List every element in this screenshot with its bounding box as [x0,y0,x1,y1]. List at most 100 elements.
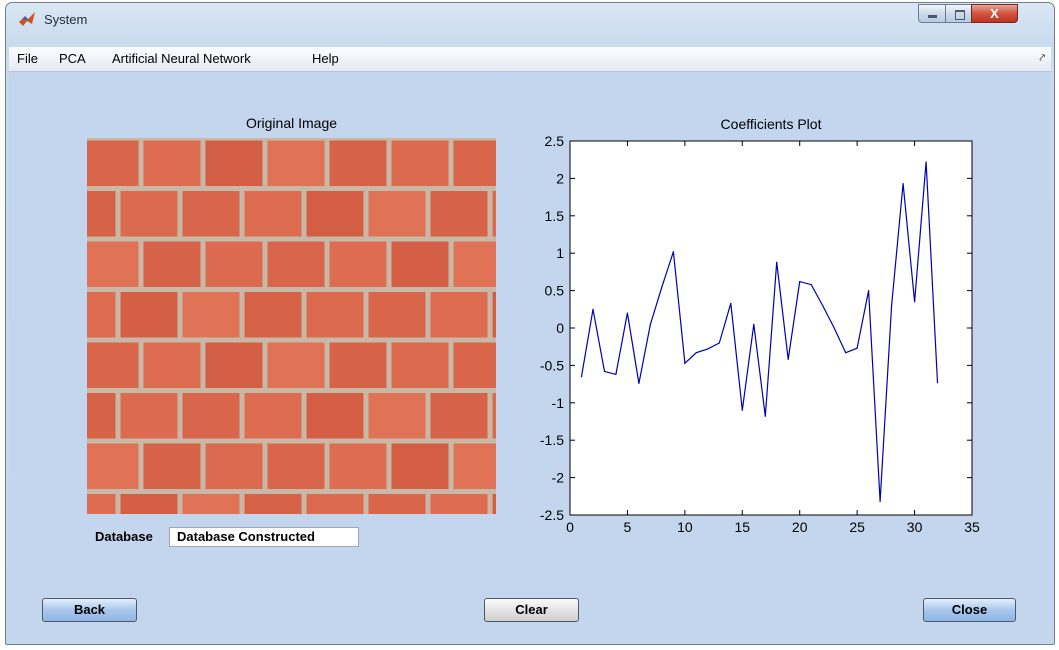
coefficient-point [913,301,916,303]
brick [120,292,178,338]
brick [87,292,116,338]
x-tick-label: 20 [792,519,808,535]
brick [120,494,178,514]
brick [391,140,449,186]
menu-file[interactable]: File [17,51,38,66]
brick [453,342,496,388]
coefficient-point [787,358,789,361]
brick [453,443,496,489]
toolbar-toggle-icon[interactable]: ⤤ [1039,53,1045,64]
title-bar[interactable]: System X [6,3,1054,37]
x-tick-label: 10 [677,519,693,535]
brick [182,191,240,237]
coefficient-point [868,290,870,292]
coefficient-point [845,352,847,354]
x-tick-label: 0 [566,519,574,535]
menu-artificial-neural-network[interactable]: Artificial Neural Network [112,51,251,66]
brick [492,393,496,439]
y-tick-label: 0.5 [545,283,565,299]
brick [143,140,201,186]
brick [267,241,325,287]
figure-content: Original Image Database Database Constru… [9,72,1051,639]
brick [267,342,325,388]
brick [430,393,488,439]
x-tick-label: 25 [849,519,865,535]
close-button[interactable]: Close [923,598,1016,622]
coefficient-point [764,415,766,417]
brick [267,443,325,489]
coefficient-point [638,382,640,384]
coefficient-point [753,323,755,325]
brick [492,191,496,237]
database-status-field: Database Constructed [169,527,359,547]
brick [120,393,178,439]
brick [329,241,387,287]
brick [143,443,201,489]
coefficient-point [936,382,939,384]
brick [87,443,139,489]
close-window-button[interactable]: X [971,4,1018,23]
brick [368,191,426,237]
brick [391,342,449,388]
brick [492,292,496,338]
brick [87,241,139,287]
brick [492,494,496,514]
y-tick-label: -0.5 [540,357,564,373]
coefficient-point [776,261,778,263]
x-tick-label: 30 [907,519,923,535]
coefficient-point [925,161,927,163]
coefficient-point [580,376,583,378]
maximize-icon [955,10,965,20]
coefficient-point [741,409,743,411]
y-tick-label: -2 [552,470,565,486]
coefficient-point [672,251,674,253]
coefficient-point [603,370,606,372]
back-button[interactable]: Back [42,598,137,622]
brick [306,494,364,514]
brick [120,191,178,237]
brick [368,393,426,439]
maximize-button[interactable] [945,4,972,23]
brick [87,393,116,439]
brick [205,140,263,186]
original-image [87,138,496,514]
y-tick-label: 1.5 [545,208,565,224]
brick [205,443,263,489]
database-label: Database [95,529,153,544]
brick [368,494,426,514]
coefficient-point [684,362,686,364]
brick [453,140,496,186]
x-tick-label: 5 [624,519,632,535]
app-window: System X File PCA Artificial Neural Netw… [5,2,1055,645]
coefficient-point [902,183,904,185]
coefficients-plot: Coefficients Plot 2.5 2 1.5 1 0.5 0 -0.5 -1 -1.5… [540,116,980,535]
brick [329,443,387,489]
brick [205,241,263,287]
brick [391,443,449,489]
matlab-logo-icon [19,12,35,26]
brick [87,494,116,514]
coefficient-point [810,284,812,286]
brick [244,393,302,439]
coefficient-point [615,373,617,375]
original-image-title: Original Image [245,115,338,131]
brick [244,292,302,338]
menu-bar: File PCA Artificial Neural Network Help … [9,47,1051,72]
brick [87,342,139,388]
menu-help[interactable]: Help [312,51,339,66]
coefficient-point [695,352,697,354]
y-tick-label: 2.5 [545,133,565,149]
minimize-button[interactable] [918,4,946,23]
coefficient-point [718,342,720,344]
coefficient-point [592,308,594,310]
minimize-icon [928,15,937,18]
x-tick-label: 35 [964,519,980,535]
clear-button[interactable]: Clear [484,598,579,622]
brick [143,241,201,287]
coefficient-point [661,286,663,288]
brick [391,241,449,287]
brick [329,342,387,388]
menu-pca[interactable]: PCA [59,51,86,66]
brick [244,494,302,514]
brick [430,191,488,237]
